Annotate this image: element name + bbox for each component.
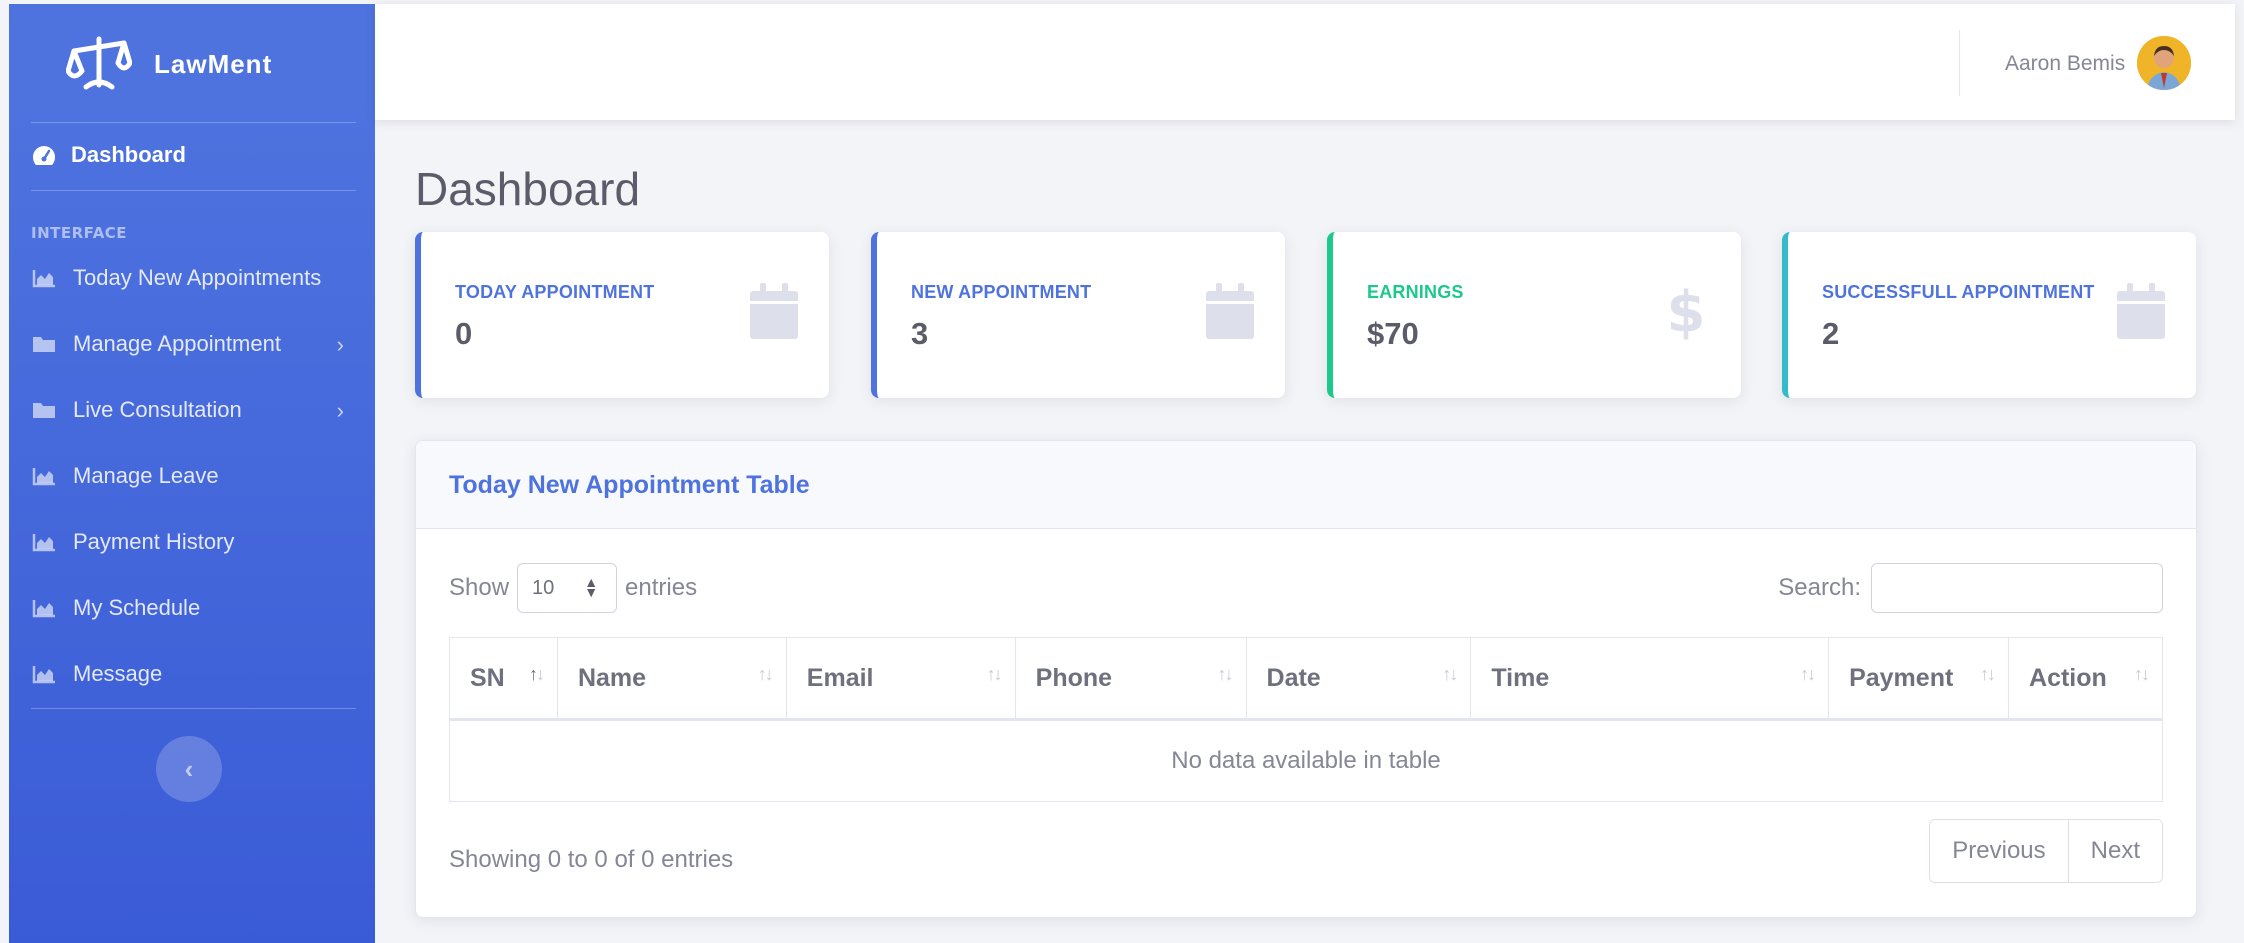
table-card-title: Today New Appointment Table — [449, 471, 810, 499]
page-title: Dashboard — [415, 163, 641, 215]
dollar-icon: $ — [1661, 281, 1711, 341]
sort-icon: ↑↓ — [1442, 664, 1458, 684]
stat-card-value: $70 — [1367, 316, 1419, 351]
tachometer-icon — [31, 142, 57, 168]
sidebar-item-manage-leave[interactable]: Manage Leave — [31, 456, 356, 496]
stat-card-today-appointment: TODAY APPOINTMENT 0 — [415, 232, 829, 398]
page-length-select[interactable]: 10 ▲ ▼ — [517, 563, 618, 613]
sidebar-item-dashboard-label: Dashboard — [71, 142, 186, 167]
sidebar-item-label: Live Consultation — [73, 397, 242, 422]
table-card-header: Today New Appointment Table — [416, 441, 2196, 529]
topbar: Aaron Bemis — [375, 4, 2235, 120]
calendar-icon — [1205, 282, 1255, 340]
chevron-left-icon: ‹ — [184, 753, 194, 784]
sidebar-item-label: Manage Leave — [73, 463, 219, 488]
sidebar-item-label: Payment History — [73, 529, 235, 554]
show-label: Show — [449, 574, 510, 601]
sidebar-divider — [31, 122, 356, 123]
page-length-value: 10 — [532, 576, 555, 599]
svg-text:$: $ — [1667, 281, 1706, 341]
column-header-email[interactable]: Email ↑↓ — [785, 637, 1016, 721]
chart-area-icon — [31, 267, 57, 289]
previous-button[interactable]: Previous — [1930, 820, 2068, 882]
table-search: Search: — [1778, 563, 2163, 613]
chevron-right-icon: › — [336, 398, 344, 423]
sort-icon: ↑↓ — [2134, 664, 2150, 684]
sidebar-toggle-button[interactable]: ‹ — [156, 736, 222, 802]
brand-link[interactable]: LawMent — [9, 4, 375, 124]
entries-label: entries — [625, 574, 698, 601]
chart-area-icon — [31, 597, 57, 619]
sort-icon: ↑↓ — [1217, 664, 1234, 684]
column-header-payment[interactable]: Payment ↑↓ — [1828, 637, 2010, 721]
chart-area-icon — [31, 663, 57, 685]
calendar-icon — [2116, 282, 2166, 340]
stat-card-value: 3 — [911, 316, 929, 351]
sidebar-item-manage-appointment[interactable]: Manage Appointment › — [31, 324, 356, 364]
calendar-icon — [749, 282, 799, 340]
appointment-table-card: Today New Appointment Table Show 10 ▲ ▼ e… — [415, 440, 2197, 918]
stat-card-new-appointment: NEW APPOINTMENT 3 — [871, 232, 1285, 398]
next-button[interactable]: Next — [2067, 820, 2162, 882]
empty-table-message: No data available in table — [449, 719, 2163, 802]
column-header-sn[interactable]: SN ↑↓ — [449, 637, 558, 721]
stat-card-label: EARNINGS — [1367, 282, 1464, 302]
stat-card-successfull-appointment: SUCCESSFULL APPOINTMENT 2 — [1782, 232, 2196, 398]
sidebar-divider — [31, 708, 356, 709]
sidebar-divider — [31, 190, 356, 191]
appointment-table: SN ↑↓ Name ↑↓ Email ↑↓ Phone ↑↓ Date ↑↓ Time ↑… — [449, 637, 2163, 802]
sidebar-item-my-schedule[interactable]: My Schedule — [31, 588, 356, 628]
sidebar-item-label: Today New Appointments — [73, 265, 322, 290]
search-label: Search: — [1778, 574, 1861, 601]
chart-area-icon — [31, 465, 57, 487]
stat-card-earnings: EARNINGS $70 $ — [1327, 232, 1741, 398]
page-length-control: Show 10 ▲ ▼ entries — [449, 563, 697, 613]
sidebar-item-label: My Schedule — [73, 595, 201, 620]
sidebar-item-live-consultation[interactable]: Live Consultation › — [31, 390, 356, 430]
stat-card-label: SUCCESSFULL APPOINTMENT — [1822, 282, 2095, 302]
column-header-time[interactable]: Time ↑↓ — [1470, 637, 1830, 721]
search-input[interactable] — [1871, 563, 2163, 613]
column-header-phone[interactable]: Phone ↑↓ — [1014, 637, 1247, 721]
user-name[interactable]: Aaron Bemis — [2005, 52, 2125, 76]
stat-card-label: NEW APPOINTMENT — [911, 282, 1092, 302]
sidebar-item-label: Message — [73, 661, 163, 686]
sidebar-item-today-new-appointments[interactable]: Today New Appointments — [31, 258, 356, 298]
column-header-action[interactable]: Action ↑↓ — [2008, 637, 2163, 721]
stat-card-value: 2 — [1822, 316, 1840, 351]
sort-icon: ↑↓ — [986, 664, 1003, 684]
avatar[interactable] — [2137, 36, 2191, 90]
table-header-row: SN ↑↓ Name ↑↓ Email ↑↓ Phone ↑↓ Date ↑↓ Time ↑… — [449, 637, 2163, 721]
table-row: No data available in table — [449, 719, 2163, 802]
chart-area-icon — [31, 531, 57, 553]
column-header-date[interactable]: Date ↑↓ — [1245, 637, 1472, 721]
sidebar-item-label: Manage Appointment — [73, 331, 281, 356]
pagination: Previous Next — [1929, 819, 2163, 883]
sidebar-item-dashboard[interactable]: Dashboard — [31, 142, 186, 168]
folder-icon — [31, 399, 57, 421]
sidebar-item-message[interactable]: Message — [31, 654, 356, 694]
stat-card-value: 0 — [455, 316, 473, 351]
sort-icon: ↑↓ — [757, 664, 774, 684]
table-info: Showing 0 to 0 of 0 entries — [449, 846, 734, 873]
chevron-right-icon: › — [336, 332, 344, 357]
sidebar: LawMent Dashboard INTERFACE Today New Ap… — [9, 4, 375, 943]
folder-icon — [31, 333, 57, 355]
stat-card-label: TODAY APPOINTMENT — [455, 282, 655, 302]
sort-arrows-icon: ▲ ▼ — [584, 574, 599, 600]
sort-icon: ↑↓ — [528, 664, 545, 684]
sort-icon: ↑↓ — [1980, 664, 1996, 684]
topbar-divider — [1959, 30, 1960, 96]
brand-name: LawMent — [154, 48, 273, 79]
sort-icon: ↑↓ — [1800, 664, 1816, 684]
sidebar-item-payment-history[interactable]: Payment History — [31, 522, 356, 562]
sidebar-heading: INTERFACE — [31, 224, 128, 242]
column-header-name[interactable]: Name ↑↓ — [556, 637, 787, 721]
scales-logo-icon — [64, 29, 134, 99]
